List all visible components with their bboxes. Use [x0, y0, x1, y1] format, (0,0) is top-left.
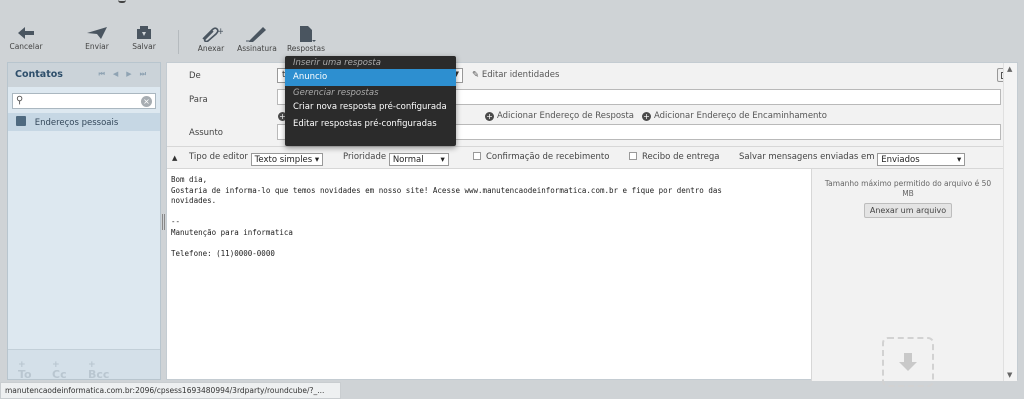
window-mark	[118, 0, 126, 3]
add-reply-to-link[interactable]: + Adicionar Endereço de Resposta	[485, 111, 634, 121]
scroll-down-icon[interactable]: ▼	[1007, 371, 1012, 379]
from-label: De	[189, 71, 201, 81]
save-sent-select[interactable]: Enviados ▾	[877, 153, 966, 166]
drop-zone[interactable]	[882, 337, 934, 387]
recipient-buttons: To + Cc + Bcc +	[8, 349, 160, 381]
save-sent-option: Salvar mensagens enviadas em Enviados ▾	[739, 152, 966, 166]
contacts-search-field[interactable]: ⚲ ×	[12, 93, 156, 109]
send-icon	[87, 27, 107, 39]
save-label: Salvar	[132, 42, 156, 51]
add-cc-button[interactable]: Cc +	[52, 359, 67, 381]
editor-type-select[interactable]: Texto simples ▾	[250, 153, 324, 166]
delivery-option[interactable]: Recibo de entrega	[629, 152, 720, 162]
attach-file-button[interactable]: Anexar um arquivo	[863, 203, 953, 218]
responses-label: Respostas	[286, 44, 326, 53]
compose-options: Tipo de editor Texto simples ▾ Prioridad…	[167, 147, 1017, 169]
plus-icon: +	[485, 112, 494, 121]
sidebar-resize-handle[interactable]	[162, 214, 165, 230]
subject-label: Assunto	[189, 128, 223, 138]
cancel-label: Cancelar	[9, 42, 43, 51]
edit-responses-item[interactable]: Editar respostas pré-configuradas	[285, 116, 456, 133]
toolbar-separator	[178, 30, 179, 54]
status-bar-url: manutencaodeinformatica.com.br:2096/cpse…	[0, 382, 341, 399]
priority-option: Prioridade Normal ▾	[343, 152, 449, 166]
insert-response-header: Inserir uma resposta	[293, 58, 381, 68]
contacts-pagination-icons[interactable]: ⏮◀▶⏭	[99, 70, 154, 79]
toolbar: Cancelar Enviar Salvar + Anexar Assinatu…	[0, 0, 1024, 60]
collapse-headers-icon[interactable]: ▲	[172, 154, 177, 162]
attach-label: Anexar	[197, 44, 225, 53]
sidebar-item-personal-addresses[interactable]: Endereços pessoais	[8, 113, 160, 131]
message-body[interactable]: Bom dia, Gostaria de informa-lo que temo…	[171, 175, 807, 259]
scroll-up-icon[interactable]: ▲	[1007, 65, 1012, 73]
document-icon	[300, 26, 316, 42]
signature-label: Assinatura	[237, 44, 277, 53]
delivery-checkbox[interactable]	[629, 152, 637, 160]
signature-button[interactable]: Assinatura	[235, 26, 279, 56]
save-icon	[137, 26, 151, 39]
receipt-option[interactable]: Confirmação de recebimento	[473, 152, 609, 162]
plus-icon: +	[642, 112, 651, 121]
priority-select[interactable]: Normal ▾	[388, 153, 449, 166]
send-label: Enviar	[85, 42, 109, 51]
address-book-icon	[16, 116, 26, 126]
contacts-sidebar: Contatos ⏮◀▶⏭ ⚲ × Endereços pessoais To +…	[7, 62, 161, 381]
response-item-anuncio[interactable]: Anuncio	[285, 69, 456, 86]
attachments-panel: Tamanho máximo permitido do arquivo é 50…	[812, 169, 1004, 387]
paperclip-icon: +	[202, 27, 223, 42]
download-arrow-icon	[899, 353, 917, 371]
send-button[interactable]: Enviar	[75, 26, 119, 56]
manage-responses-header: Gerenciar respostas	[293, 88, 379, 98]
scrollbar[interactable]: ▲ ▼	[1003, 63, 1017, 381]
responses-button[interactable]: Respostas	[284, 26, 328, 56]
contacts-title: Contatos	[15, 69, 63, 80]
back-arrow-icon	[18, 27, 34, 39]
edit-identities-link[interactable]: ✎ Editar identidades	[472, 70, 559, 80]
add-followup-link[interactable]: + Adicionar Endereço de Encaminhamento	[642, 111, 827, 121]
create-response-item[interactable]: Criar nova resposta pré-configurada	[285, 99, 456, 116]
search-icon: ⚲	[16, 95, 24, 106]
editor-type-option: Tipo de editor Texto simples ▾	[189, 152, 324, 166]
contacts-header: Contatos ⏮◀▶⏭	[8, 63, 160, 87]
sidebar-item-label: Endereços pessoais	[34, 118, 119, 128]
add-to-button[interactable]: To +	[18, 359, 32, 381]
max-size-note: Tamanho máximo permitido do arquivo é 50…	[824, 179, 992, 198]
svg-text:+: +	[217, 27, 223, 37]
cancel-button[interactable]: Cancelar	[4, 26, 48, 56]
save-button[interactable]: Salvar	[122, 26, 166, 56]
clear-search-icon[interactable]: ×	[141, 96, 152, 107]
responses-menu: Inserir uma resposta Anuncio Gerenciar r…	[285, 56, 456, 146]
to-label: Para	[189, 95, 208, 105]
pen-icon	[246, 27, 266, 42]
add-bcc-button[interactable]: Bcc +	[88, 359, 109, 381]
receipt-checkbox[interactable]	[473, 152, 481, 160]
attach-button[interactable]: + Anexar	[189, 26, 233, 56]
